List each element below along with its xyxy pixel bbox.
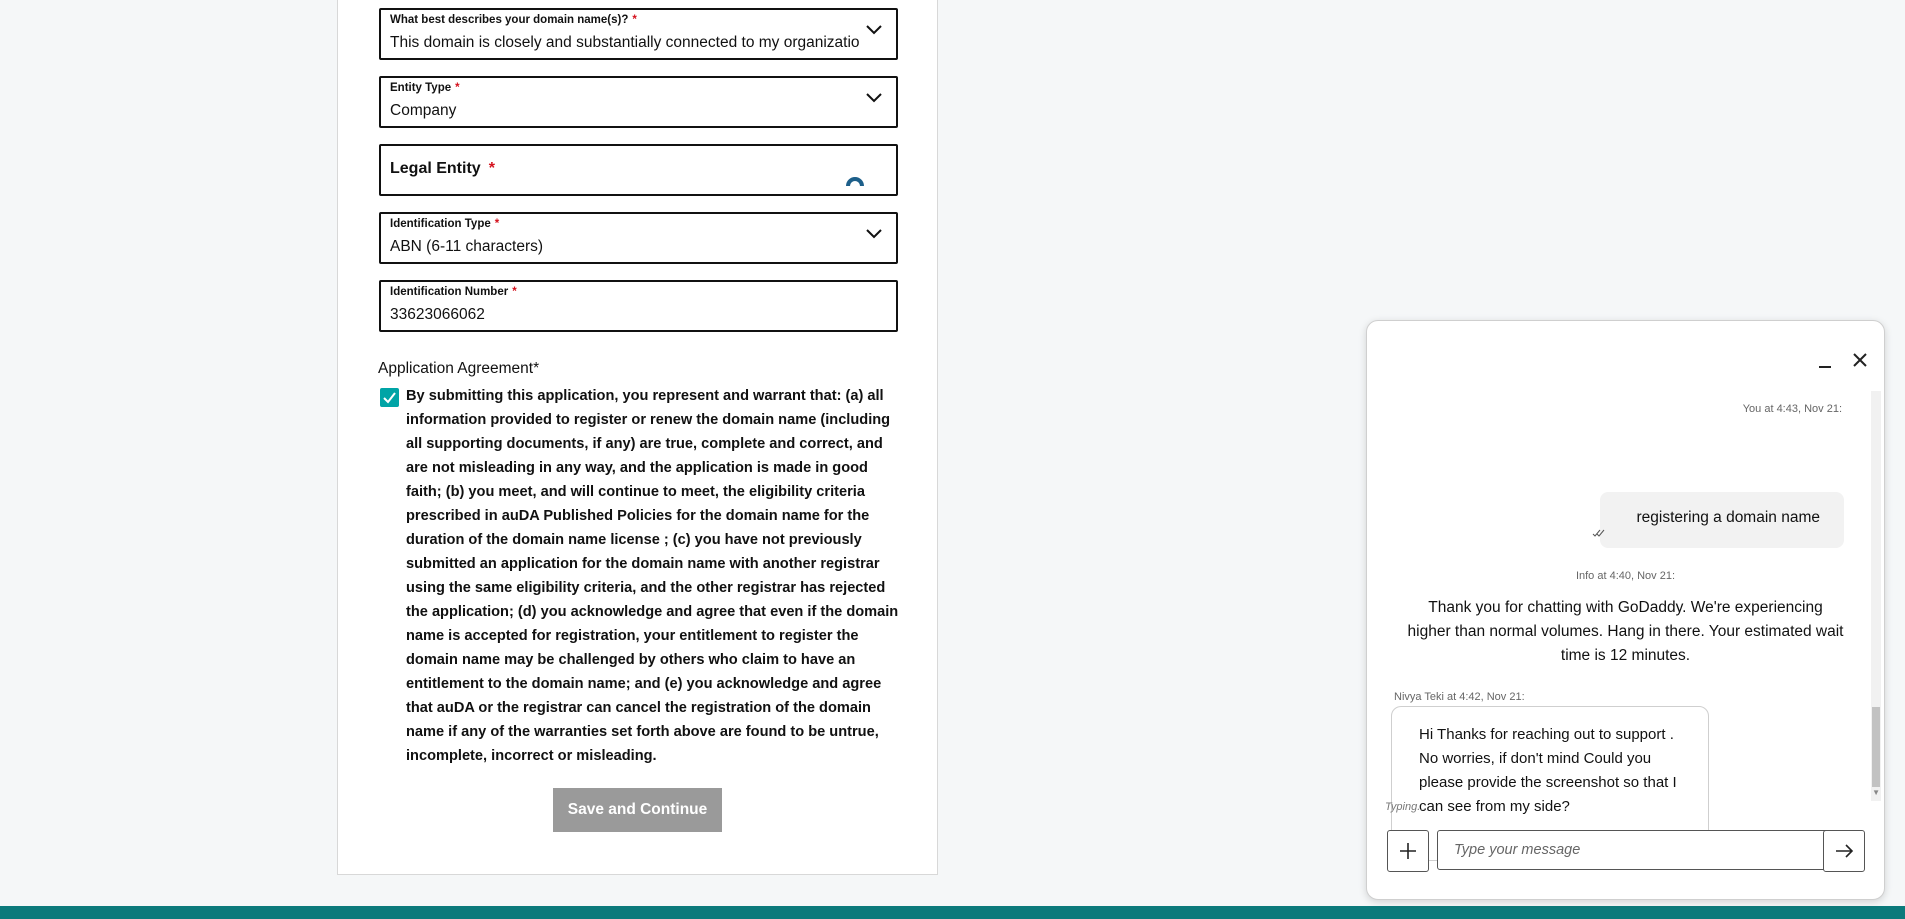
identification-type-value: ABN (6-11 characters): [390, 238, 544, 255]
scroll-down-icon[interactable]: ▼: [1872, 788, 1880, 797]
application-agreement-title: Application Agreement*: [378, 360, 540, 377]
user-message-text: registering a domain name: [1636, 509, 1820, 526]
checkmark-icon: [383, 392, 396, 404]
arrow-right-icon: [1836, 844, 1854, 858]
identification-number-value: 33623066062: [390, 306, 485, 323]
entity-type-label: Entity Type *: [390, 82, 460, 94]
attach-button[interactable]: [1387, 830, 1429, 872]
legal-entity-label: Legal Entity *: [390, 160, 495, 177]
agent-message-meta: Nivya Teki at 4:42, Nov 21:: [1394, 691, 1525, 703]
chevron-down-icon: [866, 93, 882, 103]
chevron-down-icon: [866, 229, 882, 239]
message-input[interactable]: [1437, 830, 1849, 870]
info-message-meta: Info at 4:40, Nov 21:: [1575, 570, 1676, 582]
chevron-down-icon: [866, 25, 882, 35]
entity-type-select[interactable]: Entity Type * Company: [379, 76, 898, 128]
identification-number-label: Identification Number *: [390, 286, 517, 298]
entity-type-value: Company: [390, 102, 457, 119]
loading-spinner-icon: [846, 177, 864, 187]
domain-description-label: What best describes your domain name(s)?…: [390, 14, 637, 26]
user-message-bubble: registering a domain name: [1592, 492, 1844, 548]
read-receipt-icon: [1592, 529, 1605, 537]
user-message-meta: You at 4:43, Nov 21:: [1742, 403, 1842, 415]
domain-description-value: This domain is closely and substantially…: [390, 34, 860, 51]
typing-indicator: Typing...: [1385, 801, 1427, 813]
chat-widget: You at 4:43, Nov 21: registering a domai…: [1366, 320, 1885, 900]
identification-type-select[interactable]: Identification Type * ABN (6-11 character…: [379, 212, 898, 264]
save-and-continue-button[interactable]: Save and Continue: [553, 788, 722, 832]
plus-icon: [1400, 843, 1416, 859]
info-message-text: Thank you for chatting with GoDaddy. We'…: [1407, 599, 1844, 664]
agent-message-text: Hi Thanks for reaching out to support . …: [1419, 726, 1677, 815]
minimize-icon[interactable]: [1817, 357, 1833, 369]
agreement-checkbox[interactable]: [380, 388, 399, 407]
chat-messages-area: You at 4:43, Nov 21: registering a domai…: [1367, 391, 1884, 861]
legal-entity-input[interactable]: Legal Entity *: [379, 144, 898, 196]
agreement-text: By submitting this application, you repr…: [406, 388, 899, 764]
send-button[interactable]: [1823, 830, 1865, 872]
close-icon[interactable]: [1851, 351, 1869, 369]
chat-scrollbar-thumb[interactable]: [1872, 707, 1880, 787]
application-form-card: What best describes your domain name(s)?…: [337, 0, 938, 875]
footer-bar: [0, 906, 1905, 919]
domain-description-select[interactable]: What best describes your domain name(s)?…: [379, 8, 898, 60]
identification-type-label: Identification Type *: [390, 218, 500, 230]
identification-number-input[interactable]: Identification Number * 33623066062: [379, 280, 898, 332]
